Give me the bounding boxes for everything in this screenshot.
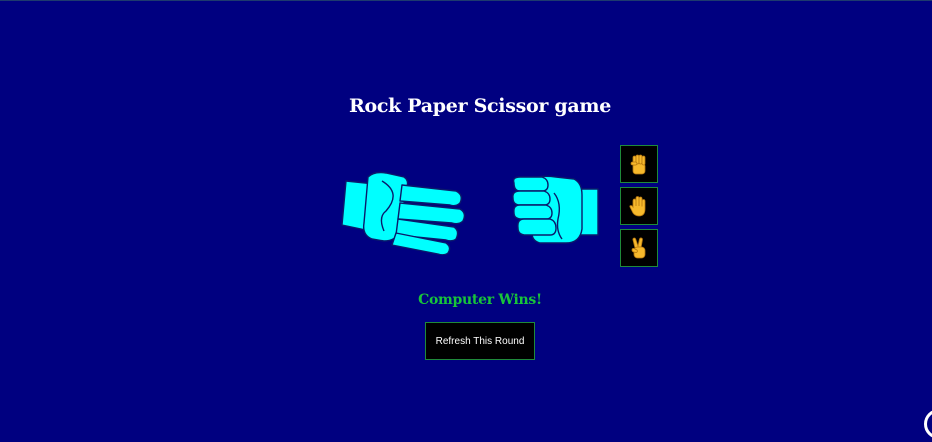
corner-circle-icon [924, 409, 932, 439]
choice-rock-button[interactable] [620, 145, 658, 183]
game-stage: Rock Paper Scissor game Computer Wins! R… [0, 0, 932, 442]
computer-hand-rock-icon [512, 175, 599, 244]
result-message: Computer Wins! [418, 292, 542, 308]
choice-buttons [620, 145, 658, 271]
refresh-round-button[interactable]: Refresh This Round [425, 322, 535, 360]
choice-scissors-button[interactable] [620, 229, 658, 267]
page-title: Rock Paper Scissor game [349, 95, 611, 117]
player-hand-paper-icon [341, 171, 466, 255]
victory-hand-icon [631, 237, 646, 259]
choice-paper-button[interactable] [620, 187, 658, 225]
raised-fist-icon [630, 154, 646, 175]
raised-hand-icon [629, 196, 646, 217]
